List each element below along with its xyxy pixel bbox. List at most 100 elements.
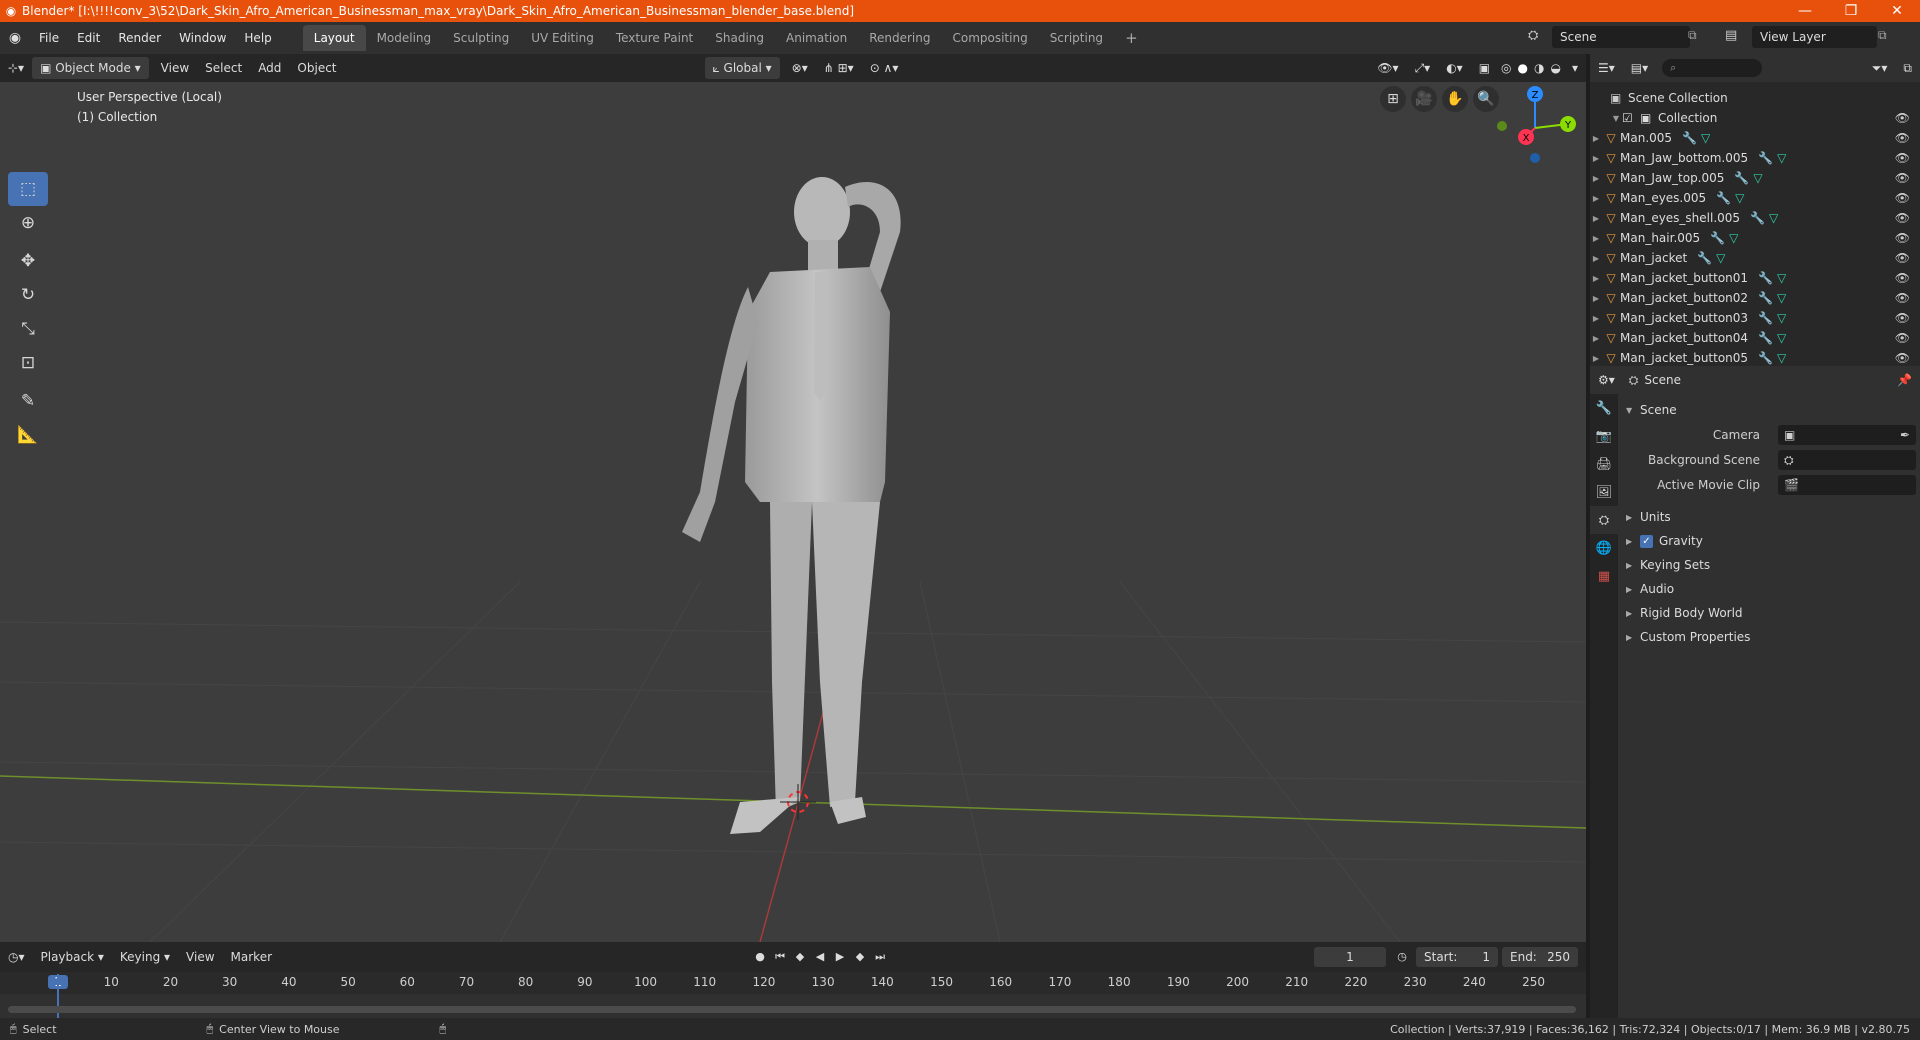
- minimize-button[interactable]: —: [1782, 3, 1828, 19]
- proportional-edit-icon[interactable]: ⊙ ∧▾: [862, 57, 907, 79]
- mesh-data-icon[interactable]: ▽: [1777, 291, 1786, 305]
- outliner-row-object[interactable]: ▶ ▽ Man_jacket_button05 🔧 ▽ 👁: [1590, 348, 1920, 368]
- modifier-wrench-icon[interactable]: 🔧: [1758, 291, 1773, 305]
- output-tab-icon[interactable]: 🖨: [1590, 450, 1618, 478]
- modifier-wrench-icon[interactable]: 🔧: [1734, 171, 1749, 185]
- properties-editor-type-icon[interactable]: ⚙▾: [1590, 369, 1623, 391]
- outliner-row-object[interactable]: ▶ ▽ Man_jacket_button04 🔧 ▽ 👁: [1590, 328, 1920, 348]
- scene-section-header[interactable]: ▼ Scene: [1618, 398, 1920, 422]
- move-tool-icon[interactable]: ✥: [8, 244, 48, 278]
- preview-range-icon[interactable]: ◷: [1392, 947, 1412, 967]
- outliner-row-object[interactable]: ▶ ▽ Man.005 🔧 ▽ 👁: [1590, 128, 1920, 148]
- expand-object-icon[interactable]: ▶: [1590, 334, 1602, 343]
- view-layer-icon[interactable]: ▤: [1725, 28, 1737, 43]
- modifier-wrench-icon[interactable]: 🔧: [1716, 191, 1731, 205]
- navigation-gizmo[interactable]: Z Y X: [1490, 82, 1580, 172]
- tab-animation[interactable]: Animation: [775, 25, 858, 51]
- mesh-data-icon[interactable]: ▽: [1777, 311, 1786, 325]
- gravity-section-header[interactable]: ▶ ✓ Gravity: [1618, 529, 1920, 553]
- eye-icon[interactable]: 👁: [1895, 251, 1910, 265]
- wireframe-shading-icon[interactable]: ◎: [1498, 57, 1514, 79]
- play-reverse-icon[interactable]: ◀: [810, 947, 830, 967]
- timeline-editor-type-icon[interactable]: ◷▾: [0, 946, 33, 968]
- eyedropper-icon[interactable]: ✒: [1900, 425, 1910, 445]
- world-tab-icon[interactable]: 🌐: [1590, 534, 1618, 562]
- timeline-area[interactable]: 1102030405060708090100110120130140150160…: [0, 972, 1586, 1018]
- modifier-wrench-icon[interactable]: 🔧: [1758, 271, 1773, 285]
- texture-tab-icon[interactable]: ▦: [1590, 562, 1618, 590]
- eye-icon[interactable]: 👁: [1895, 311, 1910, 325]
- pan-view-icon[interactable]: ✋: [1442, 86, 1468, 112]
- expand-object-icon[interactable]: ▶: [1590, 174, 1602, 183]
- scale-tool-icon[interactable]: ⤡: [8, 312, 48, 346]
- start-frame-field[interactable]: Start: 1: [1416, 947, 1498, 967]
- outliner-row-object[interactable]: ▶ ▽ Man_hair.005 🔧 ▽ 👁: [1590, 228, 1920, 248]
- tab-texture-paint[interactable]: Texture Paint: [605, 25, 704, 51]
- menu-window[interactable]: Window: [170, 26, 235, 50]
- select-box-tool-icon[interactable]: ⬚: [8, 172, 48, 206]
- expand-collection-icon[interactable]: ▼: [1610, 114, 1622, 123]
- outliner-row-object[interactable]: ▶ ▽ Man_eyes_shell.005 🔧 ▽ 👁: [1590, 208, 1920, 228]
- gizmo-toggle-icon[interactable]: ⤢▾: [1407, 57, 1439, 79]
- 3d-viewport[interactable]: ⬚ ⊕ ✥ ↻ ⤡ ⊡ ✎ 📐 User Perspective (Local)…: [0, 82, 1586, 942]
- keying-sets-section-header[interactable]: ▶ Keying Sets: [1618, 553, 1920, 577]
- menu-file[interactable]: File: [30, 26, 68, 50]
- eye-icon[interactable]: 👁: [1895, 231, 1910, 245]
- expand-object-icon[interactable]: ▶: [1590, 314, 1602, 323]
- camera-view-icon[interactable]: 🎥: [1411, 86, 1437, 112]
- cursor-tool-icon[interactable]: ⊕: [8, 206, 48, 240]
- menu-view[interactable]: View: [153, 57, 197, 79]
- background-scene-field[interactable]: ⛭: [1778, 449, 1916, 470]
- expand-object-icon[interactable]: ▶: [1590, 274, 1602, 283]
- tab-compositing[interactable]: Compositing: [941, 25, 1038, 51]
- pivot-icon[interactable]: ⊗▾: [784, 57, 816, 79]
- outliner-row-object[interactable]: ▶ ▽ Man_jacket_button01 🔧 ▽ 👁: [1590, 268, 1920, 288]
- render-tab-icon[interactable]: 📷: [1590, 422, 1618, 450]
- menu-help[interactable]: Help: [235, 26, 280, 50]
- pin-icon[interactable]: 📌: [1889, 369, 1920, 391]
- camera-field[interactable]: ▣ ✒: [1778, 424, 1916, 445]
- shading-options-icon[interactable]: ▾: [1564, 57, 1586, 79]
- outliner-row-object[interactable]: ▶ ▽ Man_Jaw_top.005 🔧 ▽ 👁: [1590, 168, 1920, 188]
- modifier-wrench-icon[interactable]: 🔧: [1758, 351, 1773, 365]
- eye-icon[interactable]: 👁: [1895, 171, 1910, 185]
- active-movie-clip-field[interactable]: 🎬: [1778, 474, 1916, 495]
- add-workspace-button[interactable]: +: [1114, 25, 1149, 51]
- modifier-wrench-icon[interactable]: 🔧: [1697, 251, 1712, 265]
- tab-shading[interactable]: Shading: [704, 25, 775, 51]
- mesh-data-icon[interactable]: ▽: [1777, 271, 1786, 285]
- outliner-row-object[interactable]: ▶ ▽ Man_jacket_button02 🔧 ▽ 👁: [1590, 288, 1920, 308]
- rendered-shading-icon[interactable]: ◒: [1547, 57, 1563, 79]
- menu-playback[interactable]: Playback ▾: [33, 946, 112, 968]
- outliner-row-object[interactable]: ▶ ▽ Man_jacket_button03 🔧 ▽ 👁: [1590, 308, 1920, 328]
- overlay-toggle-icon[interactable]: ◐▾: [1438, 57, 1471, 79]
- outliner-row-collection[interactable]: ▼ ☑ ▣ Collection 👁: [1590, 108, 1920, 128]
- menu-select[interactable]: Select: [197, 57, 250, 79]
- expand-object-icon[interactable]: ▶: [1590, 354, 1602, 363]
- tool-tab-icon[interactable]: 🔧: [1590, 394, 1618, 422]
- play-icon[interactable]: ▶: [830, 947, 850, 967]
- current-frame-field[interactable]: 1: [1314, 947, 1386, 967]
- new-view-layer-icon[interactable]: ⧉: [1878, 28, 1887, 43]
- next-keyframe-icon[interactable]: ◆: [850, 947, 870, 967]
- filter-icon[interactable]: ⏷▾: [1864, 57, 1896, 79]
- modifier-wrench-icon[interactable]: 🔧: [1710, 231, 1725, 245]
- outliner-row-scene-collection[interactable]: ▣ Scene Collection: [1590, 88, 1920, 108]
- menu-timeline-view[interactable]: View: [178, 946, 222, 968]
- menu-marker[interactable]: Marker: [223, 946, 280, 968]
- modifier-wrench-icon[interactable]: 🔧: [1758, 331, 1773, 345]
- outliner-row-object[interactable]: ▶ ▽ Man_Jaw_bottom.005 🔧 ▽ 👁: [1590, 148, 1920, 168]
- expand-object-icon[interactable]: ▶: [1590, 294, 1602, 303]
- expand-object-icon[interactable]: ▶: [1590, 194, 1602, 203]
- editor-type-icon[interactable]: ⊹▾: [0, 57, 32, 79]
- outliner-editor-type-icon[interactable]: ☰▾: [1590, 57, 1623, 79]
- measure-tool-icon[interactable]: 📐: [8, 418, 48, 452]
- visibility-icon[interactable]: 👁▾: [1369, 57, 1406, 79]
- mesh-data-icon[interactable]: ▽: [1716, 251, 1725, 265]
- eye-icon[interactable]: 👁: [1895, 331, 1910, 345]
- toggle-perspective-icon[interactable]: ⊞: [1380, 86, 1406, 112]
- checkbox-collection-icon[interactable]: ☑: [1622, 111, 1640, 125]
- material-shading-icon[interactable]: ◑: [1531, 57, 1547, 79]
- eye-icon[interactable]: 👁: [1895, 151, 1910, 165]
- menu-object[interactable]: Object: [289, 57, 344, 79]
